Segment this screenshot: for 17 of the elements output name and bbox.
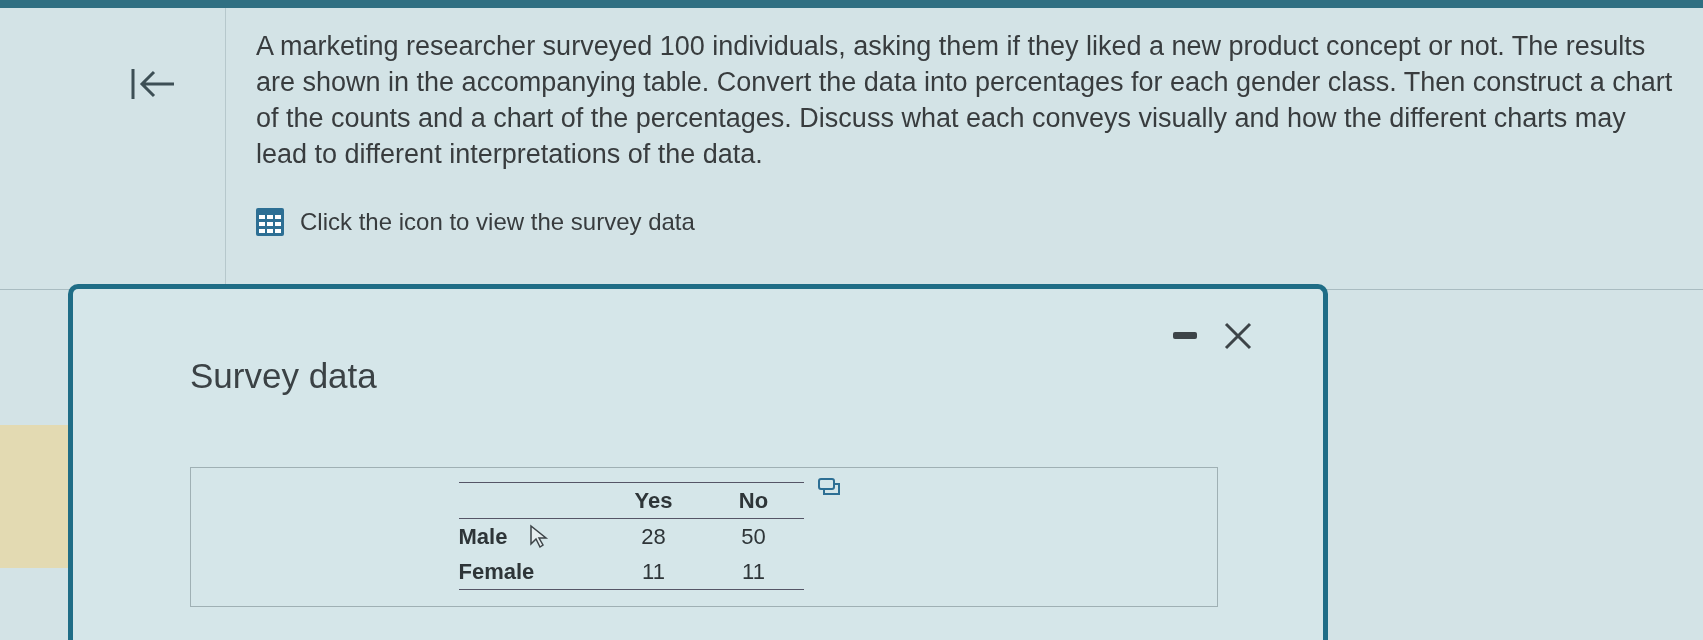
column-header: No [738, 488, 769, 513]
table-icon[interactable] [256, 208, 284, 236]
row-header: Female [458, 558, 535, 586]
table-cell: 11 [742, 559, 765, 584]
question-text: A marketing researcher surveyed 100 individuals, asking them if they liked a new product concept or not. The results are shown in the accompanying table. Convert the data into percentages for each gender class. Then construct a chart of the counts and a chart of the percentages. Discuss what each conveys visually and how the different charts may lead to different interpretations of the data. [256, 30, 1674, 171]
instruction-text: Click the icon to view the survey data [300, 207, 695, 237]
close-button[interactable] [1223, 321, 1253, 351]
table-cell: 28 [641, 524, 666, 549]
row-header: Male [458, 523, 508, 551]
table-cell: 50 [741, 524, 766, 549]
column-header: Yes [634, 488, 673, 513]
mouse-pointer-icon [529, 523, 550, 550]
table-cell: 11 [642, 559, 665, 584]
minimize-button[interactable] [1173, 332, 1197, 340]
copy-icon[interactable] [817, 478, 840, 496]
dialog-title: Survey data [190, 355, 377, 397]
back-to-start-icon[interactable] [129, 66, 176, 102]
